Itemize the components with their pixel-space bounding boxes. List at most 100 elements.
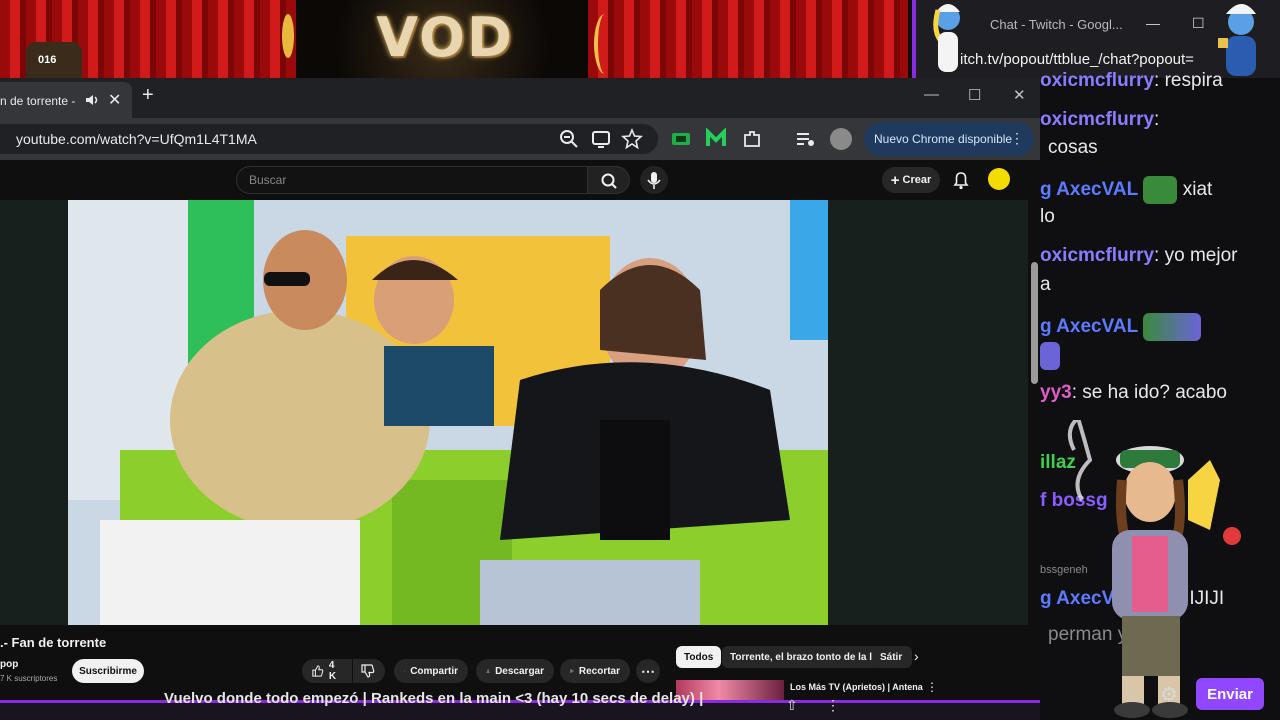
chat-send-button[interactable]: Enviar bbox=[1196, 678, 1264, 710]
close-tab-icon[interactable]: ✕ bbox=[108, 90, 121, 110]
recommended-more-icon[interactable]: ⋮ bbox=[926, 680, 938, 694]
user-avatar[interactable] bbox=[988, 168, 1010, 190]
chip-satira[interactable]: Sátir bbox=[872, 646, 912, 668]
tab-strip: n de torrente - ✕ + — ☐ ✕ bbox=[0, 78, 1040, 118]
download-icon bbox=[486, 669, 490, 673]
chat-username[interactable]: oxicmcflurry bbox=[1040, 245, 1154, 266]
search-icon bbox=[601, 173, 617, 189]
pepe-emote bbox=[1143, 176, 1178, 204]
chat-message-continuation: a bbox=[1040, 274, 1051, 295]
chip-torrente[interactable]: Torrente, el brazo tonto de la ley bbox=[722, 646, 892, 668]
chat-maximize-button[interactable]: ☐ bbox=[1192, 15, 1205, 32]
create-label: Crear bbox=[902, 174, 932, 186]
chip-all[interactable]: Todos bbox=[676, 646, 722, 668]
minimize-button[interactable]: — bbox=[924, 86, 939, 103]
chat-message: oxicmcflurry: respira bbox=[1040, 70, 1223, 92]
chat-username[interactable]: yy3 bbox=[1040, 382, 1072, 403]
smurf-sticker bbox=[1218, 4, 1256, 76]
chat-username[interactable]: g AxecVAL bbox=[1040, 316, 1138, 337]
chat-settings-icon[interactable]: ⚙ bbox=[1160, 682, 1178, 707]
chat-message: oxicmcflurry: yo mejor bbox=[1040, 245, 1237, 267]
youtube-page: Buscar + Crear bbox=[0, 160, 1040, 700]
speaker-icon[interactable] bbox=[84, 92, 100, 108]
url-text[interactable]: youtube.com/watch?v=UfQm1L4T1MA bbox=[16, 131, 257, 147]
video-player[interactable] bbox=[0, 200, 1028, 625]
page-scrollbar[interactable] bbox=[1031, 262, 1038, 384]
chat-emote-row bbox=[1040, 342, 1060, 370]
chat-message: oxicmcflurry: bbox=[1040, 109, 1159, 131]
thumbs-down-icon bbox=[361, 664, 375, 678]
create-button[interactable]: + Crear bbox=[882, 167, 940, 193]
strip-more-icon[interactable]: ⋮ bbox=[826, 697, 840, 714]
media-control-icon[interactable] bbox=[794, 128, 816, 150]
new-tab-icon[interactable]: + bbox=[142, 84, 154, 107]
more-menu-icon[interactable]: ⋮ bbox=[1010, 130, 1024, 147]
bookmark-star-icon[interactable] bbox=[621, 128, 643, 150]
chat-text: : respira bbox=[1154, 70, 1223, 91]
chrome-update-label: Nuevo Chrome disponible bbox=[874, 132, 1013, 146]
extensions-puzzle-icon[interactable] bbox=[741, 128, 763, 150]
more-actions-button[interactable]: ⋯ bbox=[636, 659, 660, 683]
profile-avatar[interactable] bbox=[830, 128, 852, 150]
chips-next-arrow-icon[interactable]: › bbox=[914, 648, 919, 664]
chat-message: g AxecVAL xiat bbox=[1040, 176, 1212, 204]
search-input[interactable]: Buscar bbox=[236, 166, 588, 194]
chat-minimize-button[interactable]: — bbox=[1146, 15, 1160, 31]
tab-title: n de torrente - bbox=[0, 94, 76, 108]
pepe-laptop-emote bbox=[1143, 313, 1202, 341]
share-label: Compartir bbox=[410, 665, 458, 677]
gold-ornament-right bbox=[594, 14, 616, 74]
microphone-icon bbox=[647, 172, 661, 189]
maximize-button[interactable]: ☐ bbox=[968, 86, 981, 104]
chat-username[interactable]: g AxecVAL bbox=[1040, 179, 1138, 200]
chat-username[interactable]: oxicmcflurry bbox=[1040, 70, 1154, 91]
like-button[interactable]: 4 K bbox=[302, 659, 352, 683]
chat-text: : bbox=[1154, 109, 1160, 130]
chat-text: xiat bbox=[1182, 179, 1213, 201]
search-placeholder: Buscar bbox=[249, 173, 287, 187]
extension-green-icon[interactable] bbox=[670, 128, 692, 150]
channel-name[interactable]: pop bbox=[0, 659, 18, 670]
close-window-button[interactable]: ✕ bbox=[1013, 86, 1026, 104]
download-button[interactable]: Descargar bbox=[476, 659, 554, 683]
download-label: Descargar bbox=[495, 665, 544, 677]
vod-title: VOD bbox=[376, 6, 514, 69]
share-icon bbox=[404, 670, 406, 672]
recommended-title[interactable]: Los Más TV (Aprietos) | Antena bbox=[790, 682, 923, 692]
stream-banner: 016 VOD bbox=[0, 0, 912, 78]
streamer-cartoon-overlay bbox=[1067, 420, 1241, 718]
zoom-icon[interactable] bbox=[558, 128, 580, 150]
share-button[interactable]: Compartir bbox=[394, 659, 468, 683]
thumbs-up-icon bbox=[312, 665, 324, 677]
chat-text: : se ha ido? acabo bbox=[1071, 382, 1227, 403]
notifications-bell-icon[interactable] bbox=[952, 170, 970, 190]
counter-text: 016 bbox=[38, 54, 57, 66]
chat-url[interactable]: itch.tv/popout/ttblue_/chat?popout= bbox=[960, 51, 1194, 68]
chat-message-continuation: lo bbox=[1040, 206, 1055, 227]
extension-m-icon[interactable] bbox=[705, 128, 727, 150]
dislike-button[interactable] bbox=[353, 659, 385, 683]
chat-window-title: Chat - Twitch - Googl... bbox=[990, 17, 1123, 32]
chat-message-continuation: cosas bbox=[1048, 137, 1098, 158]
like-count: 4 K bbox=[328, 660, 337, 682]
clip-button[interactable]: Recortar bbox=[560, 659, 630, 683]
clip-label: Recortar bbox=[578, 665, 620, 677]
subscribe-button[interactable]: Suscribirme bbox=[72, 659, 144, 683]
curtain-right bbox=[588, 0, 908, 78]
chat-text: : yo mejor bbox=[1154, 245, 1238, 266]
chat-message: g AxecVAL bbox=[1040, 313, 1202, 341]
chat-username[interactable]: oxicmcflurry bbox=[1040, 109, 1154, 130]
chat-message: yy3: se ha ido? acabo bbox=[1040, 382, 1227, 404]
plus-icon: + bbox=[890, 171, 900, 189]
video-title: .- Fan de torrente bbox=[0, 635, 107, 650]
stream-title-text: Vuelvo donde todo empezó | Rankeds en la… bbox=[164, 690, 704, 707]
search-button[interactable] bbox=[588, 166, 630, 194]
voice-search-button[interactable] bbox=[640, 166, 668, 194]
scissors-icon bbox=[570, 669, 574, 673]
gold-ornament-left bbox=[282, 14, 294, 58]
share-strip-icon[interactable]: ⇧ bbox=[786, 697, 798, 714]
chrome-update-button[interactable]: Nuevo Chrome disponible ⋮ bbox=[864, 122, 1034, 156]
screen: 016 VOD Chat - Twitch - Googl... — ☐ itc… bbox=[0, 0, 1280, 720]
cast-icon[interactable] bbox=[590, 128, 612, 150]
tab-youtube-video[interactable]: n de torrente - ✕ bbox=[0, 82, 132, 118]
